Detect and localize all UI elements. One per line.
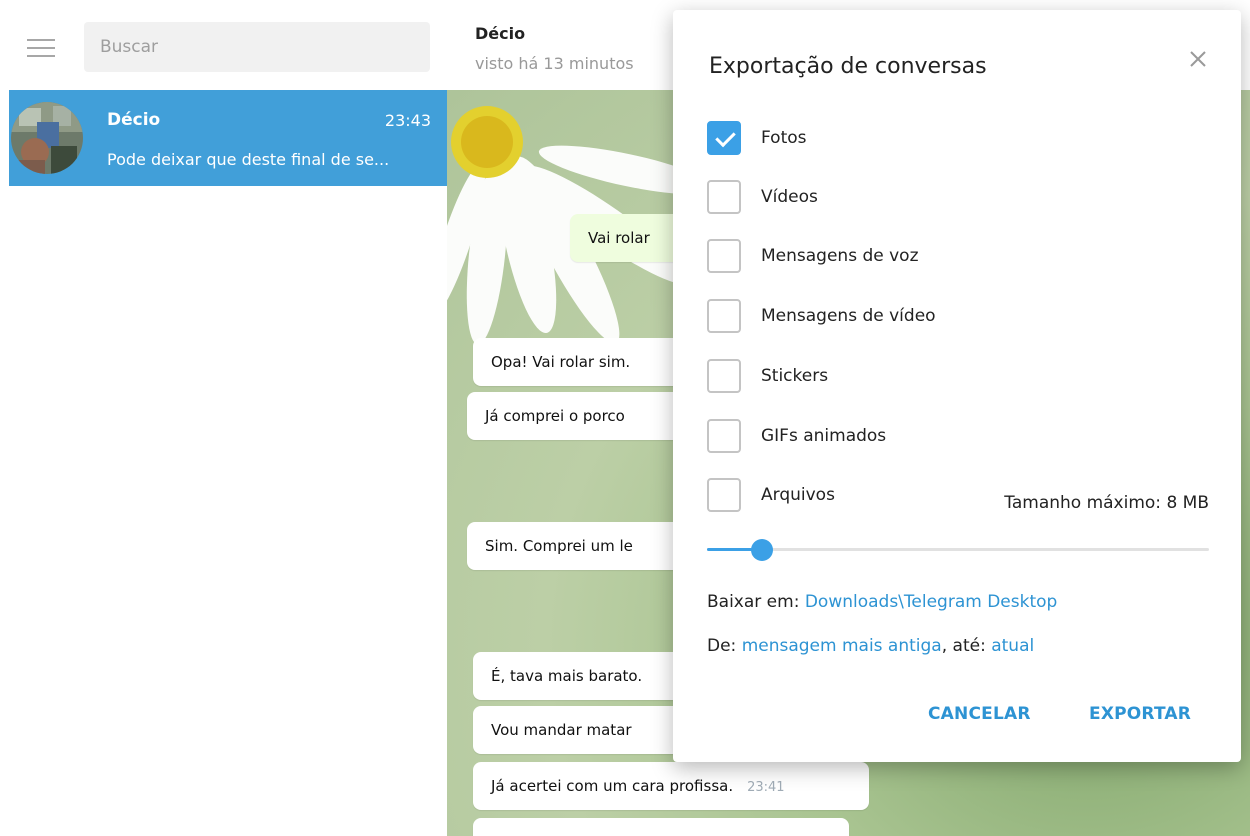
dialog-title: Exportação de conversas: [709, 54, 987, 79]
message-bubble[interactable]: Já acertei com um cara profissa. 23:41: [473, 762, 869, 810]
message-bubble[interactable]: É, tava mais barato.: [473, 652, 683, 700]
message-text: Opa! Vai rolar sim.: [491, 353, 631, 371]
message-bubble[interactable]: Já comprei o porco: [467, 392, 683, 440]
option-label: Mensagens de voz: [761, 246, 919, 266]
download-path-row: Baixar em: Downloads\Telegram Desktop: [707, 592, 1057, 612]
option-label: Vídeos: [761, 187, 818, 207]
option-label: Fotos: [761, 128, 807, 148]
message-text: É, tava mais barato.: [491, 667, 643, 685]
checkbox[interactable]: [707, 121, 741, 155]
download-path-prefix: Baixar em:: [707, 592, 805, 612]
message-bubble[interactable]: Opa! Vai rolar sim.: [473, 338, 683, 386]
slider-handle[interactable]: [751, 539, 774, 561]
header-status: visto há 13 minutos: [475, 54, 634, 73]
menu-icon[interactable]: [27, 39, 55, 59]
to-date-link[interactable]: atual: [991, 636, 1034, 656]
message-text: Vou mandar matar: [491, 721, 632, 739]
option-animated-gifs[interactable]: GIFs animados: [707, 418, 886, 454]
search-input[interactable]: [84, 22, 430, 72]
message-text: Já acertei com um cara profissa.: [491, 777, 734, 795]
cancel-button[interactable]: CANCELAR: [928, 704, 1031, 724]
checkbox[interactable]: [707, 239, 741, 273]
option-stickers[interactable]: Stickers: [707, 358, 828, 394]
header-contact-name[interactable]: Décio: [475, 24, 525, 43]
chat-time: 23:43: [384, 111, 431, 130]
option-files[interactable]: Arquivos: [707, 477, 835, 513]
message-bubble[interactable]: Vou mandar matar: [473, 706, 683, 754]
from-date-link[interactable]: mensagem mais antiga: [742, 636, 942, 656]
max-size-slider[interactable]: [707, 539, 1209, 561]
export-button[interactable]: EXPORTAR: [1089, 704, 1191, 724]
date-range-row: De: mensagem mais antiga, até: atual: [707, 636, 1034, 656]
option-video-messages[interactable]: Mensagens de vídeo: [707, 298, 936, 334]
option-videos[interactable]: Vídeos: [707, 179, 818, 215]
chat-list-item[interactable]: Décio 23:43 Pode deixar que deste final …: [9, 90, 447, 186]
message-bubble[interactable]: Sim. Comprei um le: [467, 522, 683, 570]
chat-list-sidebar: Décio 23:43 Pode deixar que deste final …: [0, 0, 447, 836]
checkbox[interactable]: [707, 299, 741, 333]
option-voice-messages[interactable]: Mensagens de voz: [707, 238, 919, 274]
option-label: Arquivos: [761, 485, 835, 505]
message-text: Vai rolar: [588, 229, 650, 247]
download-path-link[interactable]: Downloads\Telegram Desktop: [805, 592, 1058, 612]
export-chats-dialog: Exportação de conversas Fotos Vídeos Men…: [673, 10, 1241, 762]
option-label: Stickers: [761, 366, 829, 386]
checkbox[interactable]: [707, 180, 741, 214]
to-prefix: , até:: [941, 636, 992, 656]
checkbox[interactable]: [707, 419, 741, 453]
chat-preview: Pode deixar que deste final de se...: [107, 150, 390, 169]
chat-name: Décio: [107, 110, 161, 130]
max-size-label: Tamanho máximo: 8 MB: [1004, 493, 1209, 513]
message-bubble[interactable]: [473, 818, 849, 836]
option-label: Mensagens de vídeo: [761, 306, 936, 326]
option-label: GIFs animados: [761, 426, 887, 446]
avatar: [11, 102, 83, 174]
checkbox[interactable]: [707, 478, 741, 512]
message-text: Sim. Comprei um le: [485, 537, 633, 555]
message-time: 23:41: [747, 780, 785, 795]
from-prefix: De:: [707, 636, 742, 656]
checkbox[interactable]: [707, 359, 741, 393]
slider-track: [707, 548, 1209, 551]
close-icon[interactable]: [1185, 46, 1211, 72]
option-photos[interactable]: Fotos: [707, 120, 807, 156]
message-text: Já comprei o porco: [485, 407, 625, 425]
